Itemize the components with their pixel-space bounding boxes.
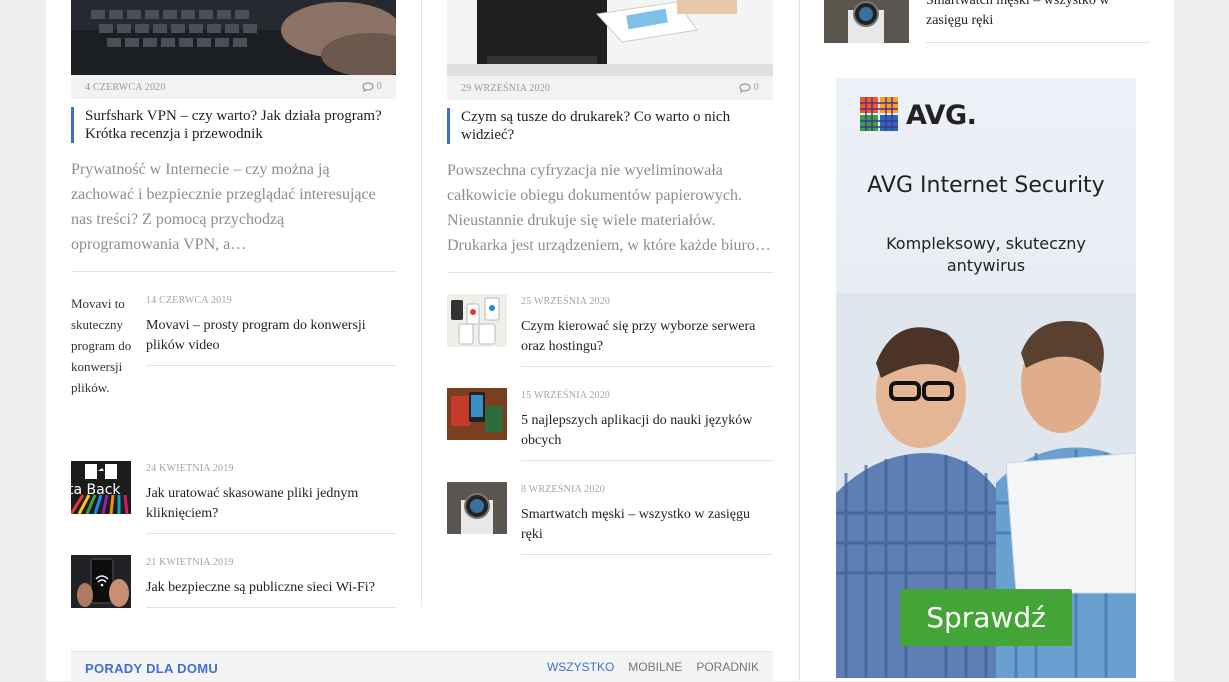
ad-cta-button[interactable]: Sprawdź	[900, 589, 1072, 646]
ad-title: AVG Internet Security	[867, 173, 1105, 198]
divider	[521, 460, 773, 461]
post-title[interactable]: Smartwatch męski – wszystko w zasięgu rę…	[521, 505, 751, 545]
post-date: 29 września 2020	[461, 83, 551, 94]
ad-subtitle: Kompleksowy, skuteczny antywirus	[886, 234, 1086, 275]
post-date: 24 kwietnia 2019	[146, 463, 234, 474]
comment-icon	[362, 81, 374, 92]
category-bar: PORADY DLA DOMU WSZYSTKO MOBILNE PORADNI…	[71, 651, 773, 682]
sidebar-divider	[799, 0, 800, 681]
featured-meta: 29 września 2020 0	[447, 76, 773, 100]
post-date: 25 września 2020	[521, 296, 611, 307]
comment-count-value: 0	[753, 82, 759, 93]
post-date: 21 kwietnia 2019	[146, 557, 234, 568]
divider	[447, 272, 773, 273]
comment-count-value: 0	[376, 81, 382, 92]
divider	[146, 365, 396, 366]
divider	[146, 533, 396, 534]
divider	[926, 42, 1150, 43]
tab-poradnik[interactable]: PORADNIK	[696, 660, 759, 674]
sidebar-thumbnail-smartwatch[interactable]	[824, 0, 909, 43]
thumbnail-language-apps[interactable]	[447, 388, 507, 440]
divider	[521, 366, 773, 367]
post-title[interactable]: Jak uratować skasowane pliki jednym klik…	[146, 484, 396, 524]
category-title[interactable]: PORADY DLA DOMU	[85, 661, 218, 676]
avg-advertisement[interactable]: AVG. AVG Internet Security Kompleksowy, …	[836, 78, 1136, 678]
category-tabs: WSZYSTKO MOBILNE PORADNIK	[547, 660, 759, 674]
thumbnail-wifi-phone[interactable]	[71, 555, 131, 608]
thumbnail-smartwatch[interactable]	[447, 482, 507, 534]
thumbnail-text: ta Back	[71, 482, 121, 498]
post-title[interactable]: Movavi – prosty program do konwersji pli…	[146, 316, 396, 356]
comment-count[interactable]: 0	[362, 81, 382, 92]
tab-mobilne[interactable]: MOBILNE	[628, 660, 682, 674]
post-title[interactable]: 5 najlepszych aplikacji do nauki języków…	[521, 411, 773, 451]
divider	[71, 271, 396, 272]
featured-title[interactable]: Surfshark VPN – czy warto? Jak działa pr…	[71, 107, 385, 143]
post-date: 8 września 2020	[521, 484, 605, 495]
sidebar-post-title[interactable]: Smartwatch męski – wszystko w zasięgu rę…	[926, 0, 1146, 31]
featured-meta: 4 czerwca 2020 0	[71, 75, 396, 99]
post-title[interactable]: Czym kierować się przy wyborze serwera o…	[521, 317, 761, 357]
comment-icon	[739, 82, 751, 93]
featured-image-printer[interactable]	[447, 0, 773, 76]
column-divider	[421, 0, 422, 607]
post-date: 14 czerwca 2019	[146, 295, 232, 306]
broken-thumbnail-alt[interactable]: Movavi to skuteczny program do konwersji…	[71, 293, 133, 398]
thumbnail-hosting[interactable]	[447, 294, 507, 347]
featured-image-keyboard[interactable]	[71, 0, 396, 75]
avg-logo-icon	[860, 97, 898, 131]
tab-wszystko[interactable]: WSZYSTKO	[547, 660, 614, 674]
divider	[521, 554, 773, 555]
featured-excerpt: Powszechna cyfryzacja nie wyeliminowała …	[447, 162, 771, 254]
comment-count[interactable]: 0	[739, 82, 759, 93]
divider	[146, 607, 396, 608]
post-date: 15 września 2020	[521, 390, 611, 401]
post-title[interactable]: Jak bezpieczne są publiczne sieci Wi-Fi?	[146, 578, 401, 598]
avg-logo: AVG.	[906, 100, 977, 131]
featured-title[interactable]: Czym są tusze do drukarek? Co warto o ni…	[447, 108, 771, 144]
thumbnail-data-backup[interactable]: ta Back	[71, 461, 131, 514]
featured-excerpt: Prywatność w Internecie – czy można ją z…	[71, 161, 376, 253]
post-date: 4 czerwca 2020	[85, 82, 166, 93]
